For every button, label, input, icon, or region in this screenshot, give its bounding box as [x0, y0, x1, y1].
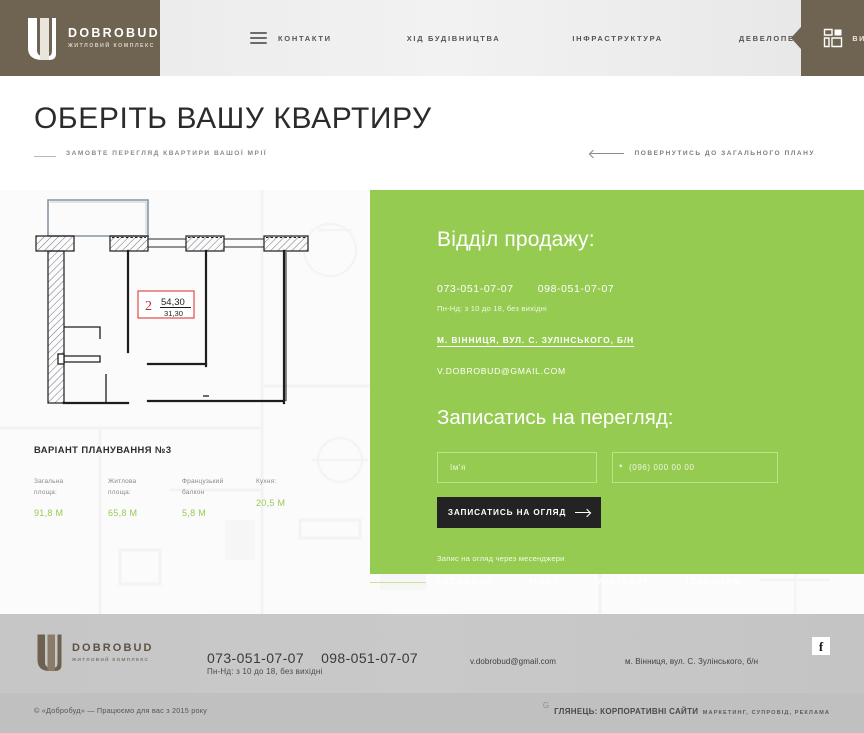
nav-item-construction-progress[interactable]: ХІД БУДІВНИЦТВА	[407, 34, 501, 43]
floorplan-icon	[823, 28, 843, 48]
header-brand[interactable]: DOBROBUD ЖИТЛОВИЙ КОМПЛЕКС	[0, 0, 161, 76]
stat-kitchen: Кухня: 20,5 М	[256, 477, 285, 518]
arrow-left-icon	[589, 150, 624, 157]
required-mark: *	[619, 462, 623, 472]
footer-address: м. Вінниця, вул. С. Зулінського, б/н	[625, 657, 759, 666]
facebook-icon: f	[818, 638, 824, 654]
footer-phones: 073-051-07-07 098-051-07-07	[207, 650, 418, 666]
stat-label: Кухня:	[256, 477, 285, 488]
copyright-text: © «Добробуд» — Працюємо для вас з 2015 р…	[34, 706, 208, 715]
sales-phone-1[interactable]: 073-051-07-07	[437, 283, 514, 295]
apartment-info: ВАРІАНТ ПЛАНУВАННЯ №3 Загальна площа: 91…	[34, 444, 285, 518]
choose-apartment-button[interactable]: ВИБІР КВАРТИРИ	[801, 0, 864, 76]
subtitle-rule	[34, 156, 56, 157]
apartment-floorplan: 2 54,30 31,30	[35, 199, 309, 405]
stat-label-line1: Французький	[182, 478, 224, 485]
site-header: DOBROBUD ЖИТЛОВИЙ КОМПЛЕКС КОНТАКТИ ХІД …	[0, 0, 864, 76]
header-brand-text: DOBROBUD ЖИТЛОВИЙ КОМПЛЕКС	[68, 25, 161, 50]
agency-logo-icon: G	[542, 701, 550, 710]
sales-phones: 073-051-07-07 098-051-07-07	[437, 283, 864, 295]
brand-tagline: ЖИТЛОВИЙ КОМПЛЕКС	[68, 43, 155, 50]
stat-value: 91,8 М	[34, 508, 64, 519]
hamburger-menu-icon[interactable]	[250, 32, 268, 44]
page-title-wrap: ОБЕРІТЬ ВАШУ КВАРТИРУ	[34, 104, 432, 134]
stat-label: Загальна площа:	[34, 477, 108, 498]
site-footer: DOBROBUD ЖИТЛОВИЙ КОМПЛЕКС 073-051-07-07…	[0, 614, 864, 693]
page-root: DOBROBUD ЖИТЛОВИЙ КОМПЛЕКС КОНТАКТИ ХІД …	[0, 0, 864, 733]
facebook-link[interactable]: f	[812, 637, 830, 655]
sales-address-link[interactable]: М. ВІННИЦЯ, ВУЛ. С. ЗУЛІНСЬКОГО, Б/Н	[437, 335, 864, 345]
submit-button-label: ЗАПИСАТИСЬ НА ОГЛЯД	[447, 508, 567, 517]
nav-item-contacts[interactable]: КОНТАКТИ	[250, 32, 332, 44]
booking-form-row: *	[437, 452, 864, 483]
page-title: ОБЕРІТЬ ВАШУ КВАРТИРУ	[34, 102, 432, 135]
sales-email-link[interactable]: V.DOBROBUD@GMAIL.COM	[437, 366, 864, 376]
messenger-rule	[370, 582, 426, 583]
submit-booking-button[interactable]: ЗАПИСАТИСЬ НА ОГЛЯД	[437, 497, 601, 528]
plan-variant-title: ВАРІАНТ ПЛАНУВАННЯ №3	[34, 444, 172, 455]
back-link-label: ПОВЕРНУТИСЬ ДО ЗАГАЛЬНОГО ПЛАНУ	[634, 150, 815, 157]
stat-total-area: Загальна площа: 91,8 М	[34, 477, 108, 518]
nav-item-infrastructure[interactable]: ІНФРАСТРУКТУРА	[572, 34, 662, 43]
stat-value: 65,8 М	[108, 508, 138, 519]
back-to-general-plan-link[interactable]: ПОВЕРНУТИСЬ ДО ЗАГАЛЬНОГО ПЛАНУ	[589, 150, 815, 157]
footer-brand-text: DOBROBUD ЖИТЛОВИЙ КОМПЛЕКС	[72, 642, 154, 662]
sales-phone-2[interactable]: 098-051-07-07	[538, 283, 615, 295]
footer-hours: Пн-Нд: з 10 до 18, без вихідні	[207, 667, 323, 676]
messenger-links: FACEBOOK VIBER WHATSAPP TELEGRAM	[437, 577, 864, 586]
main-content: 2 54,30 31,30 ВАРІАНТ ПЛАНУВАННЯ №3 Зага…	[0, 190, 864, 614]
apartment-stats: Загальна площа: 91,8 М Житлова площа: 65…	[34, 477, 285, 518]
messenger-link-telegram[interactable]: TELEGRAM	[685, 577, 742, 586]
stat-label-line2: балкон	[182, 488, 205, 496]
stat-living-area: Житлова площа: 65,8 М	[108, 477, 182, 518]
phone-field-wrap: *	[612, 452, 778, 483]
nav-label-contacts: КОНТАКТИ	[278, 33, 332, 43]
footer-brand-tagline: ЖИТЛОВИЙ КОМПЛЕКС	[72, 657, 150, 663]
messenger-link-whatsapp[interactable]: WHATSAPP	[594, 577, 651, 586]
agency-credit-lines: ГЛЯНЕЦЬ: КОРПОРАТИВНІ САЙТИ МАРКЕТИНГ, С…	[554, 701, 830, 719]
footer-email-link[interactable]: v.dobrobud@gmail.com	[470, 657, 556, 666]
stat-value: 5,8 М	[182, 508, 207, 519]
stat-label-line2: площа:	[108, 488, 131, 496]
sales-hours: Пн-Нд: з 10 до 18, без вихідні	[437, 304, 547, 313]
sales-panel: Відділ продажу: 073-051-07-07 098-051-07…	[370, 190, 864, 586]
page-subtitle: ЗАМОВТЕ ПЕРЕГЛЯД КВАРТИРИ ВАШОЇ МРІЇ	[66, 150, 268, 157]
footer-brand[interactable]: DOBROBUD ЖИТЛОВИЙ КОМПЛЕКС	[36, 633, 154, 671]
name-input[interactable]	[437, 452, 597, 483]
choose-apartment-label: ВИБІР КВАРТИРИ	[852, 33, 864, 43]
sales-department-title: Відділ продажу:	[437, 228, 595, 251]
dobrobud-logo-icon	[26, 16, 58, 60]
brand-name: DOBROBUD	[68, 25, 161, 40]
stat-label-line1: Кухня:	[256, 478, 277, 485]
messenger-link-facebook[interactable]: FACEBOOK	[437, 577, 494, 586]
stat-french-balcony: Французький балкон 5,8 М	[182, 477, 256, 518]
stat-label: Французький балкон	[182, 477, 256, 498]
svg-text:2: 2	[145, 299, 152, 314]
agency-credit[interactable]: G ГЛЯНЕЦЬ: КОРПОРАТИВНІ САЙТИ МАРКЕТИНГ,…	[543, 701, 830, 719]
header-nav: КОНТАКТИ ХІД БУДІВНИЦТВА ІНФРАСТРУКТУРА …	[160, 0, 802, 76]
copyright-bar: © «Добробуд» — Працюємо для вас з 2015 р…	[0, 693, 864, 733]
booking-form-title: Записатись на перегляд:	[437, 406, 674, 429]
stat-value: 20,5 М	[256, 497, 286, 508]
name-field-wrap	[437, 452, 597, 483]
stat-label-line1: Загальна	[34, 478, 64, 485]
agency-name: ГЛЯНЕЦЬ: КОРПОРАТИВНІ САЙТИ	[554, 707, 699, 716]
stat-label: Житлова площа:	[108, 477, 182, 498]
footer-brand-name: DOBROBUD	[72, 641, 154, 654]
stat-label-line2: площа:	[34, 488, 57, 496]
dobrobud-logo-icon	[36, 633, 63, 671]
arrow-right-icon	[575, 512, 591, 513]
footer-phone-1[interactable]: 073-051-07-07	[207, 650, 304, 666]
phone-input[interactable]	[612, 452, 778, 483]
svg-text:54,30: 54,30	[161, 297, 185, 308]
messenger-link-viber[interactable]: VIBER	[528, 577, 560, 586]
agency-services: МАРКЕТИНГ, СУПРОВІД, РЕКЛАМА	[702, 710, 830, 716]
svg-text:31,30: 31,30	[164, 309, 183, 318]
footer-phone-2[interactable]: 098-051-07-07	[321, 650, 418, 666]
stat-label-line1: Житлова	[108, 478, 137, 485]
messenger-note: Запис на огляд через месенджери	[437, 554, 565, 563]
